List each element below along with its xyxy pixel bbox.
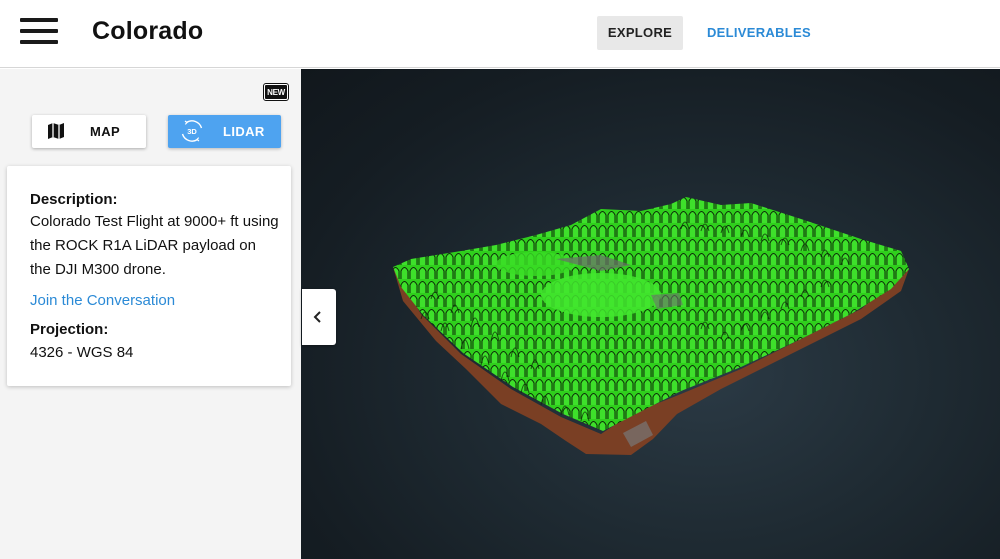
join-conversation-link[interactable]: Join the Conversation: [30, 291, 281, 311]
chevron-left-icon: [313, 311, 321, 323]
top-app-bar: Colorado EXPLORE DELIVERABLES: [0, 0, 1000, 68]
info-card: Description: Colorado Test Flight at 900…: [7, 166, 291, 386]
description-text: Colorado Test Flight at 9000+ ft using t…: [30, 213, 279, 278]
map-view-button[interactable]: MAP: [32, 115, 146, 148]
collapse-sidebar-button[interactable]: [302, 289, 336, 345]
new-badge: NEW: [263, 83, 289, 101]
tab-explore[interactable]: EXPLORE: [597, 16, 683, 50]
clearing-patch: [496, 252, 576, 276]
lidar-view-button[interactable]: 3D LIDAR: [168, 115, 281, 148]
map-icon: [48, 123, 64, 139]
projection-heading: Projection:: [30, 321, 109, 338]
description-heading: Description:: [30, 191, 118, 208]
3d-icon-text: 3D: [187, 127, 197, 136]
lidar-point-cloud[interactable]: [301, 69, 1000, 559]
sidebar: NEW MAP 3D LIDAR Description: Colorado T…: [0, 69, 301, 559]
canopy-surface: [393, 197, 909, 431]
page-title: Colorado: [92, 17, 204, 45]
tab-deliverables[interactable]: DELIVERABLES: [705, 16, 813, 50]
lidar-3d-viewer[interactable]: [301, 69, 1000, 559]
3d-rotation-icon: 3D: [181, 120, 203, 142]
clearing-patch: [541, 273, 661, 317]
hamburger-menu-icon[interactable]: [20, 18, 58, 44]
projection-value: 4326 - WGS 84: [30, 344, 134, 361]
map-button-label: MAP: [90, 124, 121, 139]
lidar-button-label: LIDAR: [223, 124, 265, 139]
